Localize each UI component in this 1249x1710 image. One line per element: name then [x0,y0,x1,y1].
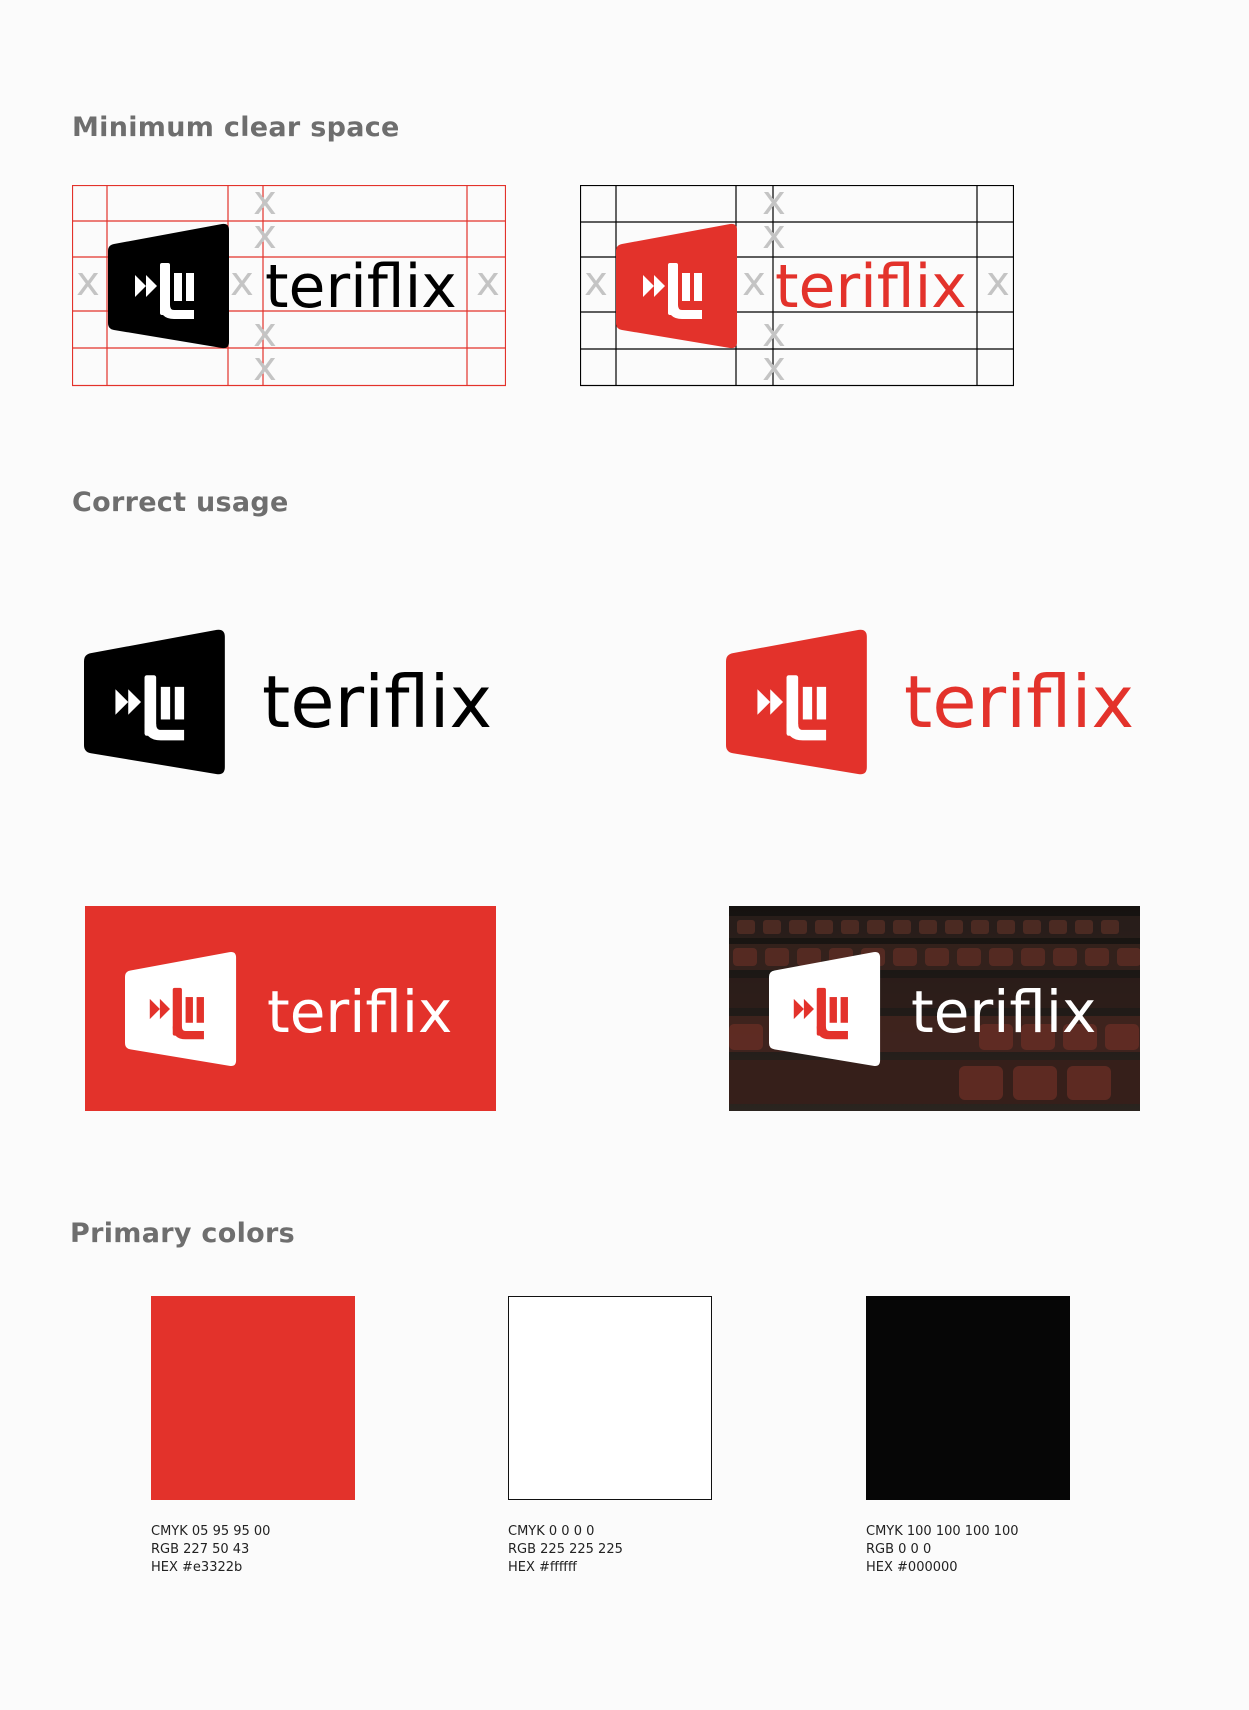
clear-space-panel-red: x x x x x x x teriflix [580,181,1014,390]
teriflix-icon [769,951,881,1067]
hex-value: HEX #e3322b [151,1560,243,1575]
hex-value: HEX #ffffff [508,1560,577,1575]
color-swatch-white [508,1296,712,1500]
teriflix-wordmark: teriflix [911,978,1097,1046]
clear-space-marker: x [476,259,500,305]
clear-space-marker: x [986,259,1010,305]
teriflix-wordmark: teriflix [775,252,967,322]
teriflix-wordmark: teriflix [267,978,453,1046]
rgb-value: RGB 0 0 0 [866,1542,932,1557]
teriflix-wordmark: teriflix [262,660,493,744]
rgb-value: RGB 225 225 225 [508,1542,623,1557]
teriflix-logo: teriflix [125,950,465,1068]
teriflix-icon [616,223,737,349]
section-title-clear-space: Minimum clear space [72,112,400,143]
teriflix-wordmark: teriflix [904,660,1135,744]
teriflix-icon [125,951,237,1067]
hex-value: HEX #000000 [866,1560,958,1575]
color-swatch-red [151,1296,355,1500]
teriflix-wordmark: teriflix [265,252,457,322]
teriflix-icon [108,223,229,349]
section-title-correct-usage: Correct usage [72,487,289,518]
logo-white-on-red-banner: teriflix [85,906,496,1111]
color-spec-red: CMYK 05 95 95 00 RGB 227 50 43 HEX #e332… [151,1523,270,1577]
teriflix-logo: teriflix [616,223,976,349]
teriflix-logo: teriflix [769,950,1109,1068]
clear-space-marker: x [76,259,100,305]
color-swatch-black [866,1296,1070,1500]
logo-red-on-white: teriflix [726,628,1146,776]
clear-space-panel-black: x x x x x x x teriflix [72,181,506,390]
logo-white-on-photo-banner: teriflix [729,906,1140,1111]
section-title-primary-colors: Primary colors [70,1218,295,1249]
clear-space-marker: x [584,259,608,305]
color-spec-white: CMYK 0 0 0 0 RGB 225 225 225 HEX #ffffff [508,1523,623,1577]
clear-space-marker: x [762,344,786,390]
teriflix-icon [726,629,867,775]
clear-space-marker: x [253,344,277,390]
color-spec-black: CMYK 100 100 100 100 RGB 0 0 0 HEX #0000… [866,1523,1019,1577]
cmyk-value: CMYK 100 100 100 100 [866,1524,1019,1539]
rgb-value: RGB 227 50 43 [151,1542,250,1557]
teriflix-icon [84,629,225,775]
cmyk-value: CMYK 0 0 0 0 [508,1524,595,1539]
logo-black-on-white: teriflix [84,628,504,776]
cmyk-value: CMYK 05 95 95 00 [151,1524,271,1539]
teriflix-logo: teriflix [108,223,468,349]
